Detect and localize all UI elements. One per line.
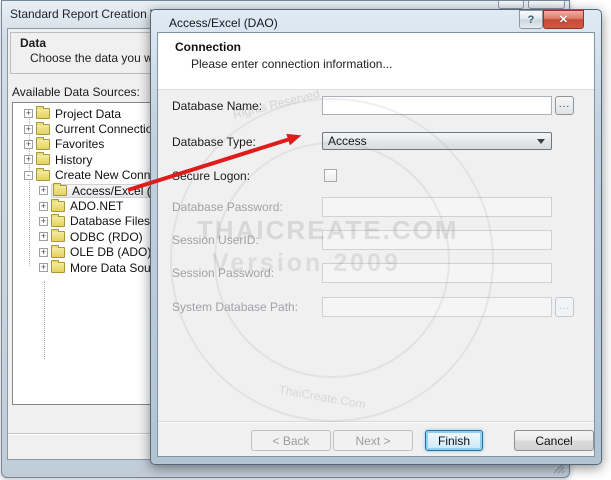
- database-type-label: Database Type:: [172, 135, 256, 149]
- secure-logon-label: Secure Logon:: [172, 169, 251, 183]
- folder-icon: [36, 152, 50, 166]
- session-password-label: Session Password:: [172, 266, 275, 280]
- finish-button[interactable]: Finish: [425, 430, 483, 451]
- system-database-path-label: System Database Path:: [172, 300, 299, 314]
- wizard-close-button[interactable]: ✕: [528, 1, 565, 9]
- dialog-title: Access/Excel (DAO): [169, 16, 278, 30]
- watermark-text-fragment: ThaiCreate.Com: [277, 382, 367, 412]
- expand-plus-icon[interactable]: +: [24, 109, 33, 119]
- help-icon: ?: [527, 13, 535, 26]
- database-type-value: Access: [328, 134, 367, 148]
- back-button: < Back: [251, 430, 331, 451]
- system-database-path-browse-button: ...: [555, 297, 574, 317]
- folder-icon: [36, 136, 50, 150]
- next-button: Next >: [333, 430, 413, 451]
- wizard-close-icon: ✕: [542, 1, 551, 5]
- tree-item-label: History: [55, 152, 93, 167]
- database-password-label: Database Password:: [172, 200, 283, 214]
- collapse-minus-icon[interactable]: -: [24, 170, 33, 180]
- connection-subtitle: Please enter connection information...: [191, 57, 393, 71]
- cancel-button[interactable]: Cancel: [514, 430, 594, 451]
- database-type-dropdown[interactable]: Access: [322, 132, 552, 150]
- database-name-label: Database Name:: [172, 99, 263, 113]
- session-password-input: [322, 263, 552, 283]
- tree-item-label: ADO.NET: [70, 199, 124, 214]
- session-userid-input: [322, 230, 552, 250]
- ellipsis-icon: ...: [558, 99, 571, 110]
- database-name-input[interactable]: [322, 96, 552, 115]
- dialog-help-button[interactable]: ?: [519, 10, 543, 29]
- folder-icon: [53, 183, 67, 197]
- available-data-sources-label: Available Data Sources:: [12, 85, 140, 99]
- expand-plus-icon[interactable]: +: [24, 124, 33, 134]
- access-excel-dao-dialog: Access/Excel (DAO) ? ✕ Connection Please…: [150, 9, 602, 465]
- tree-item-label: Favorites: [55, 137, 105, 152]
- data-section-title: Data: [20, 36, 47, 50]
- folder-icon: [51, 198, 65, 212]
- session-userid-label: Session UserID:: [172, 233, 259, 247]
- dialog-close-button[interactable]: ✕: [543, 10, 584, 29]
- ellipsis-icon: ...: [558, 301, 571, 312]
- database-password-input: [322, 197, 552, 217]
- dialog-content: Connection Please enter connection infor…: [157, 32, 595, 457]
- folder-icon: [51, 244, 65, 258]
- folder-icon: [51, 229, 65, 243]
- connection-heading: Connection: [175, 40, 241, 54]
- tree-item-label: OLE DB (ADO): [70, 245, 152, 260]
- tree-item-label: ODBC (RDO): [70, 229, 143, 244]
- expand-plus-icon[interactable]: +: [39, 186, 48, 196]
- secure-logon-checkbox[interactable]: [324, 169, 337, 182]
- expand-plus-icon[interactable]: +: [39, 232, 48, 242]
- expand-plus-icon[interactable]: +: [39, 216, 48, 226]
- dialog-header-band: Connection Please enter connection infor…: [158, 33, 594, 90]
- tree-item-label: Database Files: [70, 214, 151, 229]
- folder-icon: [51, 260, 65, 274]
- tree-item-label: Project Data: [55, 106, 122, 121]
- expand-plus-icon[interactable]: +: [39, 263, 48, 273]
- close-icon: ✕: [558, 14, 569, 26]
- wizard-help-button[interactable]: ?: [498, 1, 524, 9]
- database-name-browse-button[interactable]: ...: [555, 96, 574, 115]
- expand-plus-icon[interactable]: +: [39, 247, 48, 257]
- expand-plus-icon[interactable]: +: [24, 139, 33, 149]
- folder-icon: [51, 213, 65, 227]
- tree-connector-line: [44, 281, 45, 359]
- expand-plus-icon[interactable]: +: [39, 201, 48, 211]
- expand-plus-icon[interactable]: +: [24, 155, 33, 165]
- folder-icon: [36, 167, 50, 181]
- chevron-down-icon: [537, 138, 545, 144]
- folder-icon: [36, 106, 50, 120]
- footer-divider: [158, 421, 594, 423]
- wizard-help-icon: ?: [508, 1, 514, 4]
- screenshot-stage: Standard Report Creation Wizard ? ✕ Data…: [0, 0, 611, 480]
- system-database-path-input: [322, 297, 552, 317]
- folder-icon: [36, 121, 50, 135]
